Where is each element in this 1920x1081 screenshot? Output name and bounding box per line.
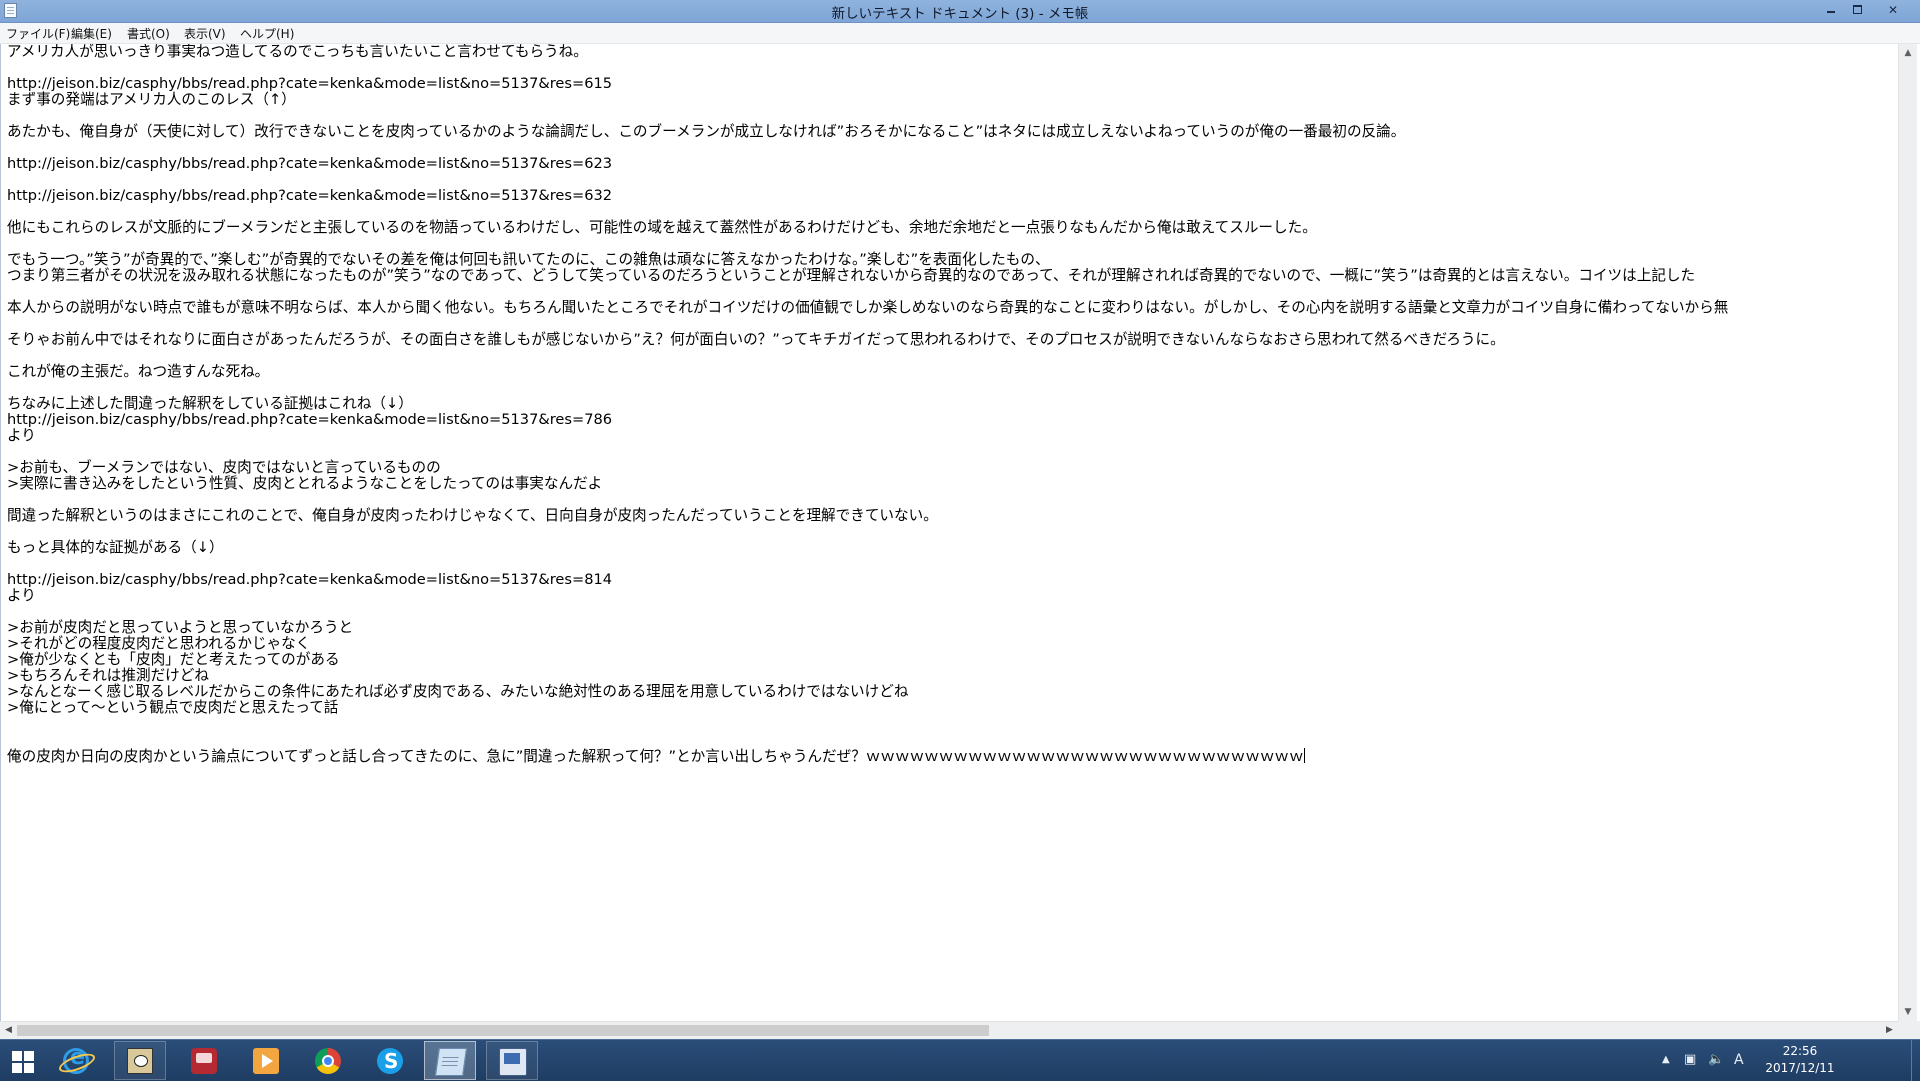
taskbar: ▲ ▣ 🔈 A 22:56 2017/12/11 [0,1039,1920,1081]
skype-icon [377,1048,403,1074]
scroll-right-arrow-icon[interactable]: ▶ [1881,1022,1898,1039]
horizontal-scroll-thumb[interactable] [17,1025,989,1036]
skype-taskbar-button[interactable] [362,1041,418,1080]
text-line[interactable]: http://jeison.biz/casphy/bbs/read.php?ca… [7,412,1898,428]
text-line[interactable]: >俺が少なくとも「皮肉」だと考えたってのがある [7,652,1898,668]
clock-date[interactable]: 2017/12/11 [1760,1061,1840,1075]
text-caret [1303,748,1305,763]
text-line[interactable]: http://jeison.biz/casphy/bbs/read.php?ca… [7,188,1898,204]
remote-desktop-icon [499,1048,527,1076]
text-line[interactable]: http://jeison.biz/casphy/bbs/read.php?ca… [7,156,1898,172]
editor-text[interactable]: アメリカ人が思いっきり事実ねつ造してるのでこっちも言いたいこと言わせてもらうね。… [1,44,1898,765]
network-icon[interactable]: ▣ [1684,1052,1696,1067]
text-line[interactable] [7,284,1898,300]
text-line[interactable]: http://jeison.biz/casphy/bbs/read.php?ca… [7,76,1898,92]
internet-explorer-taskbar-button[interactable] [48,1041,104,1080]
volume-icon[interactable]: 🔈 [1708,1052,1724,1067]
text-line[interactable]: まず事の発端はアメリカ人のこのレス（↑） [7,92,1898,108]
text-line[interactable]: http://jeison.biz/casphy/bbs/read.php?ca… [7,572,1898,588]
ime-mode-indicator[interactable]: A [1734,1052,1744,1068]
menu-view[interactable]: 表示(V) [184,25,226,42]
red-app-taskbar-button[interactable] [176,1041,232,1080]
text-line[interactable]: >俺にとって～という観点で皮肉だと思えたって話 [7,700,1898,716]
text-line[interactable]: >それがどの程度皮肉だと思われるかじゃなく [7,636,1898,652]
show-hidden-icons-chevron-icon[interactable]: ▲ [1662,1054,1670,1065]
restore-button[interactable] [1844,0,1870,20]
text-line[interactable] [7,348,1898,364]
text-line[interactable] [7,732,1898,748]
text-line[interactable]: >もちろんそれは推測だけどね [7,668,1898,684]
notepad-icon [435,1048,467,1076]
text-line[interactable] [7,316,1898,332]
text-line[interactable] [7,556,1898,572]
vertical-scrollbar[interactable]: ▲ ▼ [1898,44,1917,1021]
text-line[interactable]: >実際に書き込みをしたという性質、皮肉ととれるようなことをしたってのは事実なんだ… [7,476,1898,492]
text-line[interactable] [7,60,1898,76]
text-line[interactable]: つまり第三者がその状況を汲み取れる状態になったものが”笑う”なのであって、どうし… [7,268,1898,284]
text-line[interactable]: より [7,428,1898,444]
scroll-left-arrow-icon[interactable]: ◀ [0,1022,17,1039]
horizontal-scrollbar[interactable]: ◀ ▶ [0,1021,1898,1039]
text-line[interactable]: >お前も、ブーメランではない、皮肉ではないと言っているものの [7,460,1898,476]
text-line[interactable] [7,604,1898,620]
clock-time[interactable]: 22:56 [1760,1044,1840,1058]
start-button[interactable] [0,1041,48,1080]
game-app-icon [127,1048,153,1074]
menu-edit[interactable]: 編集(E) [71,25,112,42]
text-line[interactable] [7,492,1898,508]
text-line[interactable] [7,380,1898,396]
text-line[interactable] [7,716,1898,732]
scroll-down-arrow-icon[interactable]: ▼ [1899,1003,1917,1021]
text-line[interactable]: 俺の皮肉か日向の皮肉かという論点についてずっと話し合ってきたのに、急に”間違った… [7,748,1898,765]
text-line[interactable]: 他にもこれらのレスが文脈的にブーメランだと主張しているのを物語っているわけだし、… [7,220,1898,236]
menu-file[interactable]: ファイル(F) [6,25,70,42]
scroll-up-arrow-icon[interactable]: ▲ [1899,44,1917,62]
text-line[interactable]: >なんとなーく感じ取るレベルだからこの条件にあたれば必ず皮肉である、みたいな絶対… [7,684,1898,700]
game-app-taskbar-button[interactable] [112,1041,168,1080]
window-title: 新しいテキスト ドキュメント (3) - メモ帳 [831,6,1089,22]
menu-format[interactable]: 書式(O) [127,25,170,42]
text-line[interactable]: より [7,588,1898,604]
text-line[interactable]: そりゃお前ん中ではそれなりに面白さがあったんだろうが、その面白さを誰しもが感じな… [7,332,1898,348]
minimize-button[interactable] [1818,0,1844,20]
text-line[interactable]: あたかも、俺自身が（天使に対して）改行できないことを皮肉っているかのような論調だ… [7,124,1898,140]
close-button[interactable] [1870,0,1916,20]
text-editor[interactable]: アメリカ人が思いっきり事実ねつ造してるのでこっちも言いたいこと言わせてもらうね。… [0,44,1898,1021]
windows-logo-icon [12,1051,34,1073]
media-player-taskbar-button[interactable] [238,1041,294,1080]
text-line[interactable] [7,140,1898,156]
text-line[interactable] [7,444,1898,460]
notepad-taskbar-button[interactable] [422,1041,478,1080]
text-line[interactable]: 本人からの説明がない時点で誰もが意味不明ならば、本人から聞く他ない。もちろん聞い… [7,300,1898,316]
text-line[interactable] [7,108,1898,124]
menu-bar: ファイル(F) 編集(E) 書式(O) 表示(V) ヘルプ(H) [0,23,1920,44]
chrome-icon [315,1048,341,1074]
chrome-taskbar-button[interactable] [300,1041,356,1080]
red-app-icon [191,1048,217,1074]
text-line[interactable]: もっと具体的な証拠がある（↓） [7,540,1898,556]
text-line[interactable]: アメリカ人が思いっきり事実ねつ造してるのでこっちも言いたいこと言わせてもらうね。 [7,44,1898,60]
text-line[interactable] [7,204,1898,220]
media-player-icon [253,1048,279,1074]
scrollbar-corner [1898,1021,1920,1039]
text-line[interactable]: >お前が皮肉だと思っていようと思っていなかろうと [7,620,1898,636]
menu-help[interactable]: ヘルプ(H) [240,25,294,42]
text-line[interactable]: 間違った解釈というのはまさにこれのことで、俺自身が皮肉ったわけじゃなくて、日向自… [7,508,1898,524]
text-line[interactable]: でもう一つ。”笑う”が奇異的で、”楽しむ”が奇異的でないその差を俺は何回も訊いて… [7,252,1898,268]
system-tray: ▲ ▣ 🔈 A 22:56 2017/12/11 [1660,1040,1920,1081]
text-line[interactable] [7,524,1898,540]
remote-desktop-taskbar-button[interactable] [484,1041,540,1080]
title-bar[interactable]: 新しいテキスト ドキュメント (3) - メモ帳 [0,0,1920,23]
show-desktop-button[interactable] [1911,1040,1920,1081]
text-line[interactable] [7,172,1898,188]
text-line[interactable] [7,236,1898,252]
text-line[interactable]: ちなみに上述した間違った解釈をしている証拠はこれね（↓） [7,396,1898,412]
text-line[interactable]: これが俺の主張だ。ねつ造すんな死ね。 [7,364,1898,380]
